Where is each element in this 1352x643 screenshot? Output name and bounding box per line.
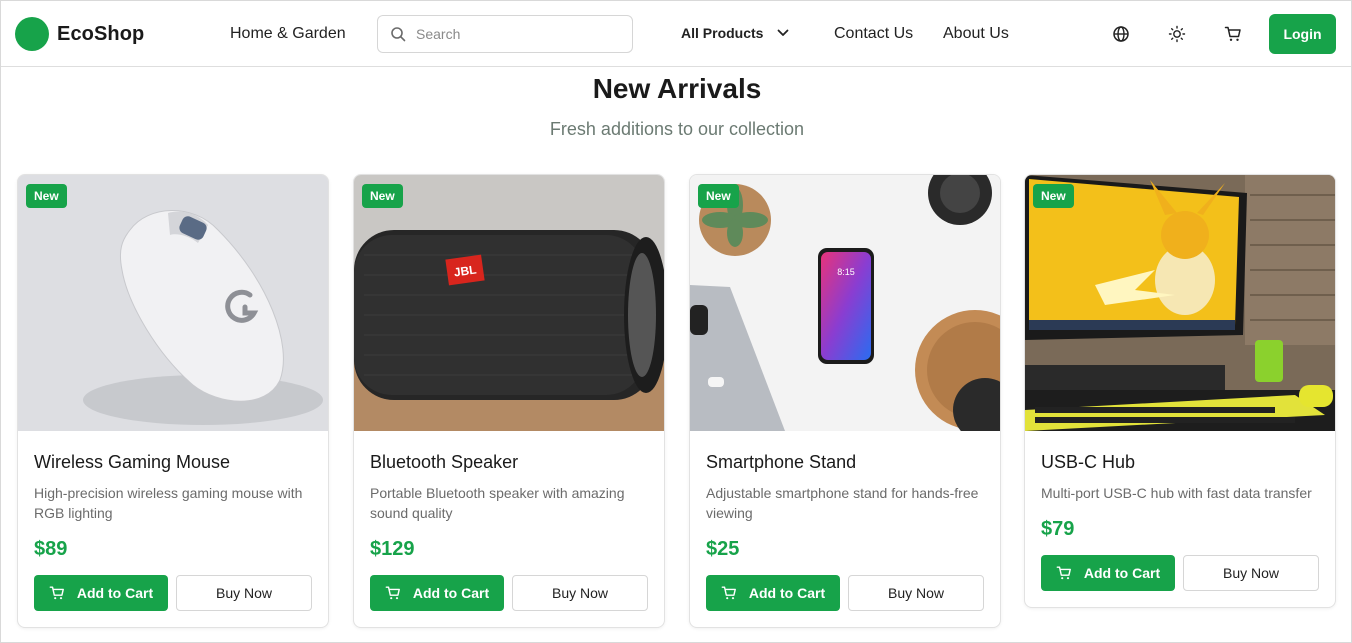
buy-now-button[interactable]: Buy Now bbox=[512, 575, 648, 611]
add-to-cart-button[interactable]: Add to Cart bbox=[370, 575, 504, 611]
new-badge: New bbox=[698, 184, 739, 208]
add-to-cart-label: Add to Cart bbox=[748, 585, 826, 601]
product-card-body: USB-C Hub Multi-port USB-C hub with fast… bbox=[1025, 431, 1335, 607]
product-description: High-precision wireless gaming mouse wit… bbox=[34, 485, 303, 521]
cart-icon bbox=[49, 586, 64, 600]
product-description: Adjustable smartphone stand for hands-fr… bbox=[706, 485, 979, 521]
language-button[interactable] bbox=[1108, 21, 1134, 47]
cart-icon bbox=[721, 586, 736, 600]
buy-now-button[interactable]: Buy Now bbox=[1183, 555, 1319, 591]
product-actions: Add to Cart Buy Now bbox=[1041, 555, 1319, 591]
brand-logo[interactable]: EcoShop bbox=[15, 17, 144, 51]
top-navbar: EcoShop Home & Garden All Products Conta… bbox=[1, 1, 1351, 67]
chevron-down-icon bbox=[778, 29, 789, 36]
product-price: $129 bbox=[370, 538, 415, 560]
section-title: New Arrivals bbox=[592, 73, 762, 104]
all-products-dropdown[interactable]: All Products bbox=[681, 25, 789, 41]
globe-icon bbox=[1113, 26, 1129, 42]
product-card-body: Smartphone Stand Adjustable smartphone s… bbox=[690, 431, 1000, 627]
login-button[interactable]: Login bbox=[1269, 14, 1336, 54]
product-name[interactable]: USB-C Hub bbox=[1041, 451, 1319, 473]
cart-icon bbox=[1056, 566, 1071, 580]
product-card-body: Wireless Gaming Mouse High-precision wir… bbox=[18, 431, 328, 627]
product-image-usb-hub[interactable]: New bbox=[1025, 175, 1335, 431]
product-actions: Add to Cart Buy Now bbox=[34, 575, 312, 611]
product-image-smartphone[interactable]: 8:15 New bbox=[690, 175, 1000, 431]
buy-now-button[interactable]: Buy Now bbox=[848, 575, 984, 611]
product-card[interactable]: 8:15 New Smartphone Stand Adjustable sma… bbox=[689, 174, 1001, 628]
search-box[interactable] bbox=[377, 15, 633, 53]
add-to-cart-label: Add to Cart bbox=[412, 585, 490, 601]
product-actions: Add to Cart Buy Now bbox=[370, 575, 648, 611]
page: EcoShop Home & Garden All Products Conta… bbox=[0, 0, 1352, 643]
section-subtitle: Fresh additions to our collection bbox=[549, 119, 805, 139]
nav-link-about-us[interactable]: About Us bbox=[943, 25, 1009, 43]
cart-button[interactable] bbox=[1220, 21, 1246, 47]
product-card[interactable]: New USB-C Hub Multi-port USB-C hub with … bbox=[1024, 174, 1336, 608]
nav-link-home-garden[interactable]: Home & Garden bbox=[230, 25, 346, 43]
theme-toggle-button[interactable] bbox=[1164, 21, 1190, 47]
product-card[interactable]: New Wireless Gaming Mouse High-precision… bbox=[17, 174, 329, 628]
new-badge: New bbox=[26, 184, 67, 208]
product-name[interactable]: Smartphone Stand bbox=[706, 451, 984, 473]
product-name[interactable]: Bluetooth Speaker bbox=[370, 451, 648, 473]
new-badge: New bbox=[1033, 184, 1074, 208]
logo-circle-icon bbox=[15, 17, 49, 51]
nav-link-contact-us[interactable]: Contact Us bbox=[834, 25, 913, 43]
phone-time-text: 8:15 bbox=[837, 267, 855, 277]
all-products-label: All Products bbox=[681, 25, 764, 41]
search-input[interactable] bbox=[416, 19, 616, 49]
product-image-speaker[interactable]: JBL New bbox=[354, 175, 664, 431]
new-badge: New bbox=[362, 184, 403, 208]
add-to-cart-label: Add to Cart bbox=[1083, 565, 1161, 581]
product-price: $79 bbox=[1041, 518, 1075, 540]
product-card[interactable]: JBL New Bluetooth Speaker Portable Bluet… bbox=[353, 174, 665, 628]
add-to-cart-button[interactable]: Add to Cart bbox=[34, 575, 168, 611]
cart-icon bbox=[1224, 26, 1241, 41]
product-card-body: Bluetooth Speaker Portable Bluetooth spe… bbox=[354, 431, 664, 627]
add-to-cart-button[interactable]: Add to Cart bbox=[706, 575, 840, 611]
sun-icon bbox=[1168, 25, 1186, 43]
brand-name: EcoShop bbox=[57, 22, 145, 45]
cart-icon bbox=[385, 586, 400, 600]
product-price: $89 bbox=[34, 538, 68, 560]
product-name[interactable]: Wireless Gaming Mouse bbox=[34, 451, 312, 473]
product-image-mouse[interactable]: New bbox=[18, 175, 328, 431]
product-price: $25 bbox=[706, 538, 740, 560]
add-to-cart-button[interactable]: Add to Cart bbox=[1041, 555, 1175, 591]
product-description: Portable Bluetooth speaker with amazing … bbox=[370, 485, 625, 521]
search-icon bbox=[391, 27, 406, 42]
product-description: Multi-port USB-C hub with fast data tran… bbox=[1041, 485, 1312, 501]
buy-now-button[interactable]: Buy Now bbox=[176, 575, 312, 611]
add-to-cart-label: Add to Cart bbox=[76, 585, 154, 601]
product-actions: Add to Cart Buy Now bbox=[706, 575, 984, 611]
